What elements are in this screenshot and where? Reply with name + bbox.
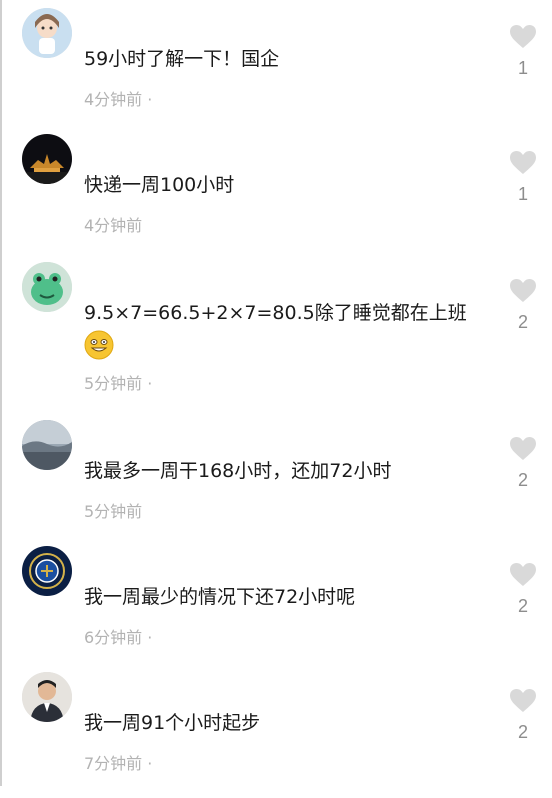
heart-icon (510, 563, 536, 586)
comment-item: 59小时了解一下！国企 4分钟前 · 1 (0, 8, 552, 134)
avatar[interactable] (22, 134, 72, 184)
comment-timestamp: 7分钟前 · (84, 754, 153, 773)
avatar[interactable] (22, 8, 72, 58)
avatar[interactable] (22, 672, 72, 722)
heart-icon (510, 25, 536, 48)
like-count: 1 (517, 184, 528, 204)
heart-icon (510, 437, 536, 460)
like-count: 2 (517, 312, 528, 332)
comment-timestamp: 5分钟前 (84, 502, 143, 521)
comment-timestamp: 6分钟前 · (84, 628, 153, 647)
like-count: 2 (517, 596, 528, 616)
like-button[interactable]: 2 (508, 688, 538, 743)
comment-timestamp: 4分钟前 (84, 216, 143, 235)
like-button[interactable]: 2 (508, 436, 538, 491)
like-button[interactable]: 1 (508, 150, 538, 205)
comment-timestamp: 4分钟前 · (84, 90, 153, 109)
like-button[interactable]: 2 (508, 278, 538, 333)
like-button[interactable]: 1 (508, 24, 538, 79)
like-count: 2 (517, 722, 528, 742)
comment-item: 我最多一周干168小时，还加72小时 5分钟前 2 (0, 420, 552, 546)
avatar[interactable] (22, 420, 72, 470)
heart-icon (510, 689, 536, 712)
grin-emoji-icon (84, 330, 114, 360)
comment-item: 快递一周100小时 4分钟前 1 (0, 134, 552, 260)
comment-item: 9.5×7=66.5+2×7=80.5除了睡觉都在上班 5分钟前 · 2 (0, 262, 552, 404)
avatar[interactable] (22, 262, 72, 312)
heart-icon (510, 151, 536, 174)
comment-text: 我一周最少的情况下还72小时呢 (84, 586, 356, 608)
avatar[interactable] (22, 546, 72, 596)
comment-item: 我一周最少的情况下还72小时呢 6分钟前 · 2 (0, 546, 552, 672)
comment-item: 我一周91个小时起步 7分钟前 · 2 (0, 672, 552, 798)
comment-text: 我一周91个小时起步 (84, 712, 261, 734)
comment-text: 快递一周100小时 (84, 174, 235, 196)
heart-icon (510, 279, 536, 302)
comment-text: 我最多一周干168小时，还加72小时 (84, 460, 392, 482)
comment-text: 9.5×7=66.5+2×7=80.5除了睡觉都在上班 (84, 302, 467, 324)
like-count: 1 (517, 58, 528, 78)
comment-text: 59小时了解一下！国企 (84, 48, 280, 70)
like-count: 2 (517, 470, 528, 490)
like-button[interactable]: 2 (508, 562, 538, 617)
comment-timestamp: 5分钟前 · (84, 374, 153, 393)
